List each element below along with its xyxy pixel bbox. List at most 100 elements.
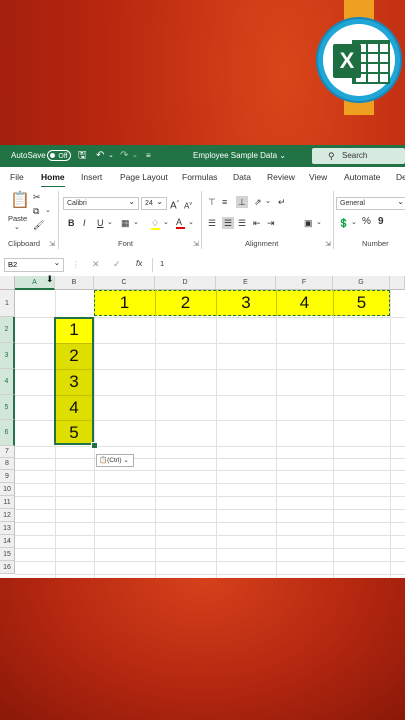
align-middle-icon[interactable]: ≡ xyxy=(222,197,227,207)
tab-review[interactable]: Review xyxy=(267,172,295,182)
cut-icon[interactable]: ✂ xyxy=(33,192,41,202)
row-header-16[interactable]: 16 xyxy=(0,561,15,574)
undo-icon[interactable]: ↶ xyxy=(96,150,104,162)
wrap-text-icon[interactable]: ↵ xyxy=(278,197,286,207)
accounting-dropdown-icon[interactable]: ⌄ xyxy=(351,218,357,228)
row-header-11[interactable]: 11 xyxy=(0,496,15,509)
align-bottom-icon[interactable]: ⊥ xyxy=(236,196,248,208)
tab-file[interactable]: File xyxy=(10,172,24,182)
font-size-dropdown[interactable]: 24 xyxy=(141,196,167,210)
row-header-14[interactable]: 14 xyxy=(0,535,15,548)
align-top-icon[interactable]: ⊤ xyxy=(208,197,216,207)
row-header-7[interactable]: 7 xyxy=(0,446,15,458)
clipboard-launcher-icon[interactable]: ⇲ xyxy=(49,240,55,248)
tab-page-layout[interactable]: Page Layout xyxy=(120,172,168,182)
column-header-e[interactable]: E xyxy=(216,276,276,290)
cell-d1[interactable]: 2 xyxy=(155,290,216,316)
paste-label[interactable]: Paste xyxy=(8,214,27,223)
row-header-12[interactable]: 12 xyxy=(0,509,15,522)
row-header-9[interactable]: 9 xyxy=(0,470,15,483)
fill-color-icon[interactable]: ♢ xyxy=(151,218,160,230)
cell-b2[interactable]: 1 xyxy=(54,317,94,343)
fill-color-dropdown-icon[interactable]: ⌄ xyxy=(163,218,169,228)
row-header-5[interactable]: 5 xyxy=(0,395,15,420)
accounting-format-icon[interactable]: 💲 xyxy=(338,218,349,228)
search-box[interactable]: ⚲ Search xyxy=(312,148,405,164)
paste-dropdown-icon[interactable]: ⌄ xyxy=(14,223,20,231)
cancel-icon[interactable]: ✕ xyxy=(92,259,100,270)
cell-b6[interactable]: 5 xyxy=(54,420,94,446)
tab-insert[interactable]: Insert xyxy=(81,172,102,182)
number-format-dropdown[interactable]: General xyxy=(336,196,405,210)
tab-automate[interactable]: Automate xyxy=(344,172,380,182)
column-header-b[interactable]: B xyxy=(55,276,94,290)
font-name-dropdown[interactable]: Calibri xyxy=(63,196,139,210)
orientation-dropdown-icon[interactable]: ⌄ xyxy=(265,197,271,207)
undo-dropdown-icon[interactable]: ⌄ xyxy=(108,150,114,162)
row-header-6[interactable]: 6 xyxy=(0,420,15,446)
tab-view[interactable]: View xyxy=(309,172,327,182)
name-box[interactable]: B2 xyxy=(4,257,64,272)
italic-button[interactable]: I xyxy=(83,218,86,228)
cell-b3[interactable]: 2 xyxy=(54,343,94,369)
tab-formulas[interactable]: Formulas xyxy=(182,172,217,182)
formula-input[interactable]: 1 xyxy=(160,259,164,268)
align-right-icon[interactable]: ☰ xyxy=(238,218,246,228)
font-launcher-icon[interactable]: ⇲ xyxy=(193,240,199,248)
font-color-dropdown-icon[interactable]: ⌄ xyxy=(188,218,194,228)
borders-dropdown-icon[interactable]: ⌄ xyxy=(133,218,139,228)
customize-toolbar-icon[interactable]: ≡ xyxy=(146,150,151,162)
column-header-d[interactable]: D xyxy=(155,276,216,290)
row-header-4[interactable]: 4 xyxy=(0,369,15,395)
bold-button[interactable]: B xyxy=(68,218,75,228)
copy-dropdown-icon[interactable]: ⌄ xyxy=(45,206,51,216)
autosave-toggle[interactable]: Off xyxy=(47,150,71,161)
orientation-icon[interactable]: ⇗ xyxy=(254,197,262,207)
cell-f1[interactable]: 4 xyxy=(276,290,333,316)
redo-icon[interactable]: ↷ xyxy=(120,150,128,162)
cell-g1[interactable]: 5 xyxy=(333,290,390,316)
row-header-3[interactable]: 3 xyxy=(0,343,15,369)
decrease-indent-icon[interactable]: ⇤ xyxy=(253,218,261,228)
align-left-icon[interactable]: ☰ xyxy=(208,218,216,228)
row-header-10[interactable]: 10 xyxy=(0,483,15,496)
enter-icon[interactable]: ✓ xyxy=(113,259,121,270)
cell-e1[interactable]: 3 xyxy=(216,290,276,316)
merge-center-icon[interactable]: ▣ xyxy=(304,218,313,228)
paste-icon[interactable]: 📋 xyxy=(10,193,30,209)
worksheet-grid[interactable]: A ⬇ B C D E F G 1 2 3 4 5 6 7 8 9 10 11 … xyxy=(0,274,405,578)
row-header-1[interactable]: 1 xyxy=(0,290,15,317)
save-icon[interactable]: 🖫 xyxy=(78,150,87,162)
column-header-c[interactable]: C xyxy=(94,276,155,290)
document-title[interactable]: Employee Sample Data ⌄ xyxy=(193,151,286,160)
column-header-h[interactable] xyxy=(390,276,405,290)
row-header-15[interactable]: 15 xyxy=(0,548,15,561)
align-center-icon[interactable]: ☰ xyxy=(222,217,235,229)
font-color-icon[interactable]: A xyxy=(176,217,185,229)
increase-font-icon[interactable]: A^ xyxy=(170,198,179,211)
fill-handle[interactable] xyxy=(91,442,98,449)
redo-dropdown-icon[interactable]: ⌄ xyxy=(132,150,138,162)
row-header-2[interactable]: 2 xyxy=(0,317,15,343)
cell-b4[interactable]: 3 xyxy=(54,369,94,395)
borders-icon[interactable]: ▦ xyxy=(121,218,130,228)
decrease-font-icon[interactable]: Av xyxy=(184,199,192,212)
insert-function-button[interactable]: fx xyxy=(136,259,142,268)
cell-b5[interactable]: 4 xyxy=(54,395,94,420)
tab-developer[interactable]: De xyxy=(396,172,405,182)
comma-style-button[interactable]: 9 xyxy=(378,217,384,227)
copy-icon[interactable]: ⧉ xyxy=(33,206,39,216)
underline-button[interactable]: U xyxy=(97,218,104,228)
row-header-8[interactable]: 8 xyxy=(0,458,15,470)
underline-dropdown-icon[interactable]: ⌄ xyxy=(107,218,113,228)
percent-style-button[interactable]: % xyxy=(362,217,371,227)
merge-dropdown-icon[interactable]: ⌄ xyxy=(316,218,322,228)
row-header-13[interactable]: 13 xyxy=(0,522,15,535)
column-header-f[interactable]: F xyxy=(276,276,333,290)
increase-indent-icon[interactable]: ⇥ xyxy=(267,218,275,228)
column-header-g[interactable]: G xyxy=(333,276,390,290)
tab-home[interactable]: Home xyxy=(41,172,65,188)
cell-c1[interactable]: 1 xyxy=(94,290,155,316)
alignment-launcher-icon[interactable]: ⇲ xyxy=(325,240,331,248)
select-all-corner[interactable] xyxy=(0,276,15,290)
